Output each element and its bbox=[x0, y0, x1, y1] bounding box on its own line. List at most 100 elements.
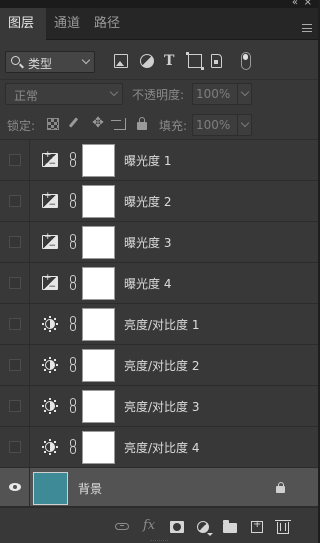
collapse-panel-icon[interactable]: « bbox=[292, 0, 298, 8]
layer-mask-thumbnail[interactable] bbox=[82, 267, 115, 300]
filter-toggle-switch[interactable] bbox=[241, 52, 251, 70]
layer-row[interactable]: 曝光度 1 bbox=[0, 140, 318, 181]
exposure-adjustment-icon[interactable] bbox=[42, 150, 58, 169]
eye-icon[interactable] bbox=[9, 483, 21, 491]
smart-object-filter-icon[interactable] bbox=[211, 54, 222, 68]
chain-link-icon[interactable] bbox=[70, 316, 76, 332]
layer-name[interactable]: 背景 bbox=[78, 480, 102, 497]
exposure-adjustment-icon[interactable] bbox=[42, 273, 58, 292]
chain-link-icon[interactable] bbox=[70, 357, 76, 373]
adjustment-layer-filter-icon[interactable] bbox=[140, 54, 154, 68]
lock-label: 锁定: bbox=[7, 119, 36, 133]
brightness-contrast-icon[interactable] bbox=[42, 357, 58, 373]
tab-layers[interactable]: 图层 bbox=[0, 8, 46, 40]
layer-name[interactable]: 亮度/对比度 2 bbox=[124, 357, 200, 374]
layer-name[interactable]: 曝光度 4 bbox=[124, 275, 171, 292]
panel-top-bar: « × bbox=[0, 0, 318, 8]
lock-icon[interactable] bbox=[276, 482, 285, 493]
lock-artboard-icon[interactable] bbox=[111, 118, 126, 130]
background-thumbnail[interactable] bbox=[33, 472, 68, 505]
layer-row[interactable]: 亮度/对比度 3 bbox=[0, 386, 318, 427]
chain-link-icon[interactable] bbox=[70, 398, 76, 414]
chain-link-icon[interactable] bbox=[70, 275, 76, 291]
opacity-dropdown[interactable] bbox=[237, 84, 251, 104]
lock-image-pixels-icon[interactable] bbox=[68, 118, 80, 130]
visibility-toggle[interactable] bbox=[9, 236, 21, 248]
layer-mask-thumbnail[interactable] bbox=[82, 349, 115, 382]
layer-mask-thumbnail[interactable] bbox=[82, 144, 115, 177]
blend-mode-select[interactable]: 正常 bbox=[5, 83, 123, 105]
layer-row[interactable]: 曝光度 4 bbox=[0, 263, 318, 304]
layer-mask-thumbnail[interactable] bbox=[82, 431, 115, 464]
chain-link-icon[interactable] bbox=[70, 234, 76, 250]
pixel-layer-filter-icon[interactable] bbox=[114, 54, 128, 68]
layer-name[interactable]: 亮度/对比度 1 bbox=[124, 316, 200, 333]
layer-row[interactable]: 亮度/对比度 4 bbox=[0, 427, 318, 468]
visibility-toggle[interactable] bbox=[9, 359, 21, 371]
layer-style-fx-icon[interactable]: fx bbox=[143, 518, 161, 533]
fill-dropdown[interactable] bbox=[237, 115, 251, 135]
panel-menu-icon[interactable] bbox=[302, 24, 312, 32]
layer-name[interactable]: 亮度/对比度 4 bbox=[124, 439, 200, 456]
layer-row[interactable]: 曝光度 3 bbox=[0, 222, 318, 263]
chain-link-icon[interactable] bbox=[70, 193, 76, 209]
brightness-contrast-icon[interactable] bbox=[42, 398, 58, 414]
lock-row: 锁定: ✥ 填充: 100% bbox=[0, 110, 318, 140]
layer-mask-thumbnail[interactable] bbox=[82, 226, 115, 259]
type-layer-filter-icon[interactable]: T bbox=[164, 54, 178, 68]
visibility-toggle[interactable] bbox=[9, 441, 21, 453]
layer-list: 曝光度 1 曝光度 2 曝光度 3 曝光度 4 bbox=[0, 140, 318, 507]
divider bbox=[29, 386, 30, 427]
visibility-toggle[interactable] bbox=[9, 154, 21, 166]
layer-row[interactable]: 亮度/对比度 1 bbox=[0, 304, 318, 345]
search-icon bbox=[11, 56, 20, 65]
layer-name[interactable]: 曝光度 2 bbox=[124, 193, 171, 210]
visibility-toggle[interactable] bbox=[9, 195, 21, 207]
exposure-adjustment-icon[interactable] bbox=[42, 191, 58, 210]
chain-link-icon[interactable] bbox=[70, 439, 76, 455]
exposure-adjustment-icon[interactable] bbox=[42, 232, 58, 251]
lock-position-icon[interactable]: ✥ bbox=[91, 116, 105, 130]
filter-kind-select[interactable]: 类型 bbox=[5, 51, 95, 73]
resize-grip[interactable] bbox=[150, 540, 168, 542]
layer-row[interactable]: 曝光度 2 bbox=[0, 181, 318, 222]
new-group-folder-icon[interactable] bbox=[223, 520, 237, 533]
add-mask-icon[interactable] bbox=[170, 521, 184, 533]
layer-name[interactable]: 亮度/对比度 3 bbox=[124, 398, 200, 415]
shape-layer-filter-icon[interactable] bbox=[186, 52, 204, 70]
visibility-toggle[interactable] bbox=[9, 318, 21, 330]
tab-channels[interactable]: 通道 bbox=[46, 8, 90, 40]
layer-row[interactable]: 亮度/对比度 2 bbox=[0, 345, 318, 386]
layers-panel: 类型 T 正常 不透明度: 100% 锁定: ✥ 填充: 100% + − 曝光… bbox=[0, 40, 318, 543]
layer-filter-row: 类型 T bbox=[0, 40, 318, 80]
visibility-toggle[interactable] bbox=[9, 277, 21, 289]
lock-all-icon[interactable] bbox=[137, 117, 147, 130]
layer-mask-thumbnail[interactable] bbox=[82, 185, 115, 218]
fill-field[interactable]: 100% bbox=[192, 114, 252, 136]
divider bbox=[29, 468, 30, 507]
brightness-contrast-icon[interactable] bbox=[42, 439, 58, 455]
visibility-toggle[interactable] bbox=[9, 400, 21, 412]
divider bbox=[29, 427, 30, 468]
brightness-contrast-icon[interactable] bbox=[42, 316, 58, 332]
divider bbox=[29, 222, 30, 263]
opacity-field[interactable]: 100% bbox=[192, 83, 252, 105]
link-layers-icon[interactable] bbox=[115, 523, 129, 530]
panel-tab-bar: 图层 通道 路径 bbox=[0, 8, 318, 40]
fill-label: 填充: bbox=[159, 119, 188, 133]
divider bbox=[29, 263, 30, 304]
tab-paths[interactable]: 路径 bbox=[86, 8, 130, 40]
layer-mask-thumbnail[interactable] bbox=[82, 390, 115, 423]
layer-name[interactable]: 曝光度 3 bbox=[124, 234, 171, 251]
delete-layer-trash-icon[interactable] bbox=[275, 520, 291, 534]
layer-name[interactable]: 曝光度 1 bbox=[124, 152, 171, 169]
close-panel-icon[interactable]: × bbox=[304, 0, 312, 8]
new-adjustment-layer-icon[interactable] bbox=[197, 521, 213, 536]
background-layer-row[interactable]: 背景 bbox=[0, 468, 318, 507]
panel-footer: fx bbox=[0, 507, 318, 543]
chain-link-icon[interactable] bbox=[70, 152, 76, 168]
layer-mask-thumbnail[interactable] bbox=[82, 308, 115, 341]
lock-transparent-pixels-icon[interactable] bbox=[47, 118, 59, 130]
new-layer-icon[interactable] bbox=[251, 519, 263, 533]
blend-row: 正常 不透明度: 100% bbox=[0, 80, 318, 110]
